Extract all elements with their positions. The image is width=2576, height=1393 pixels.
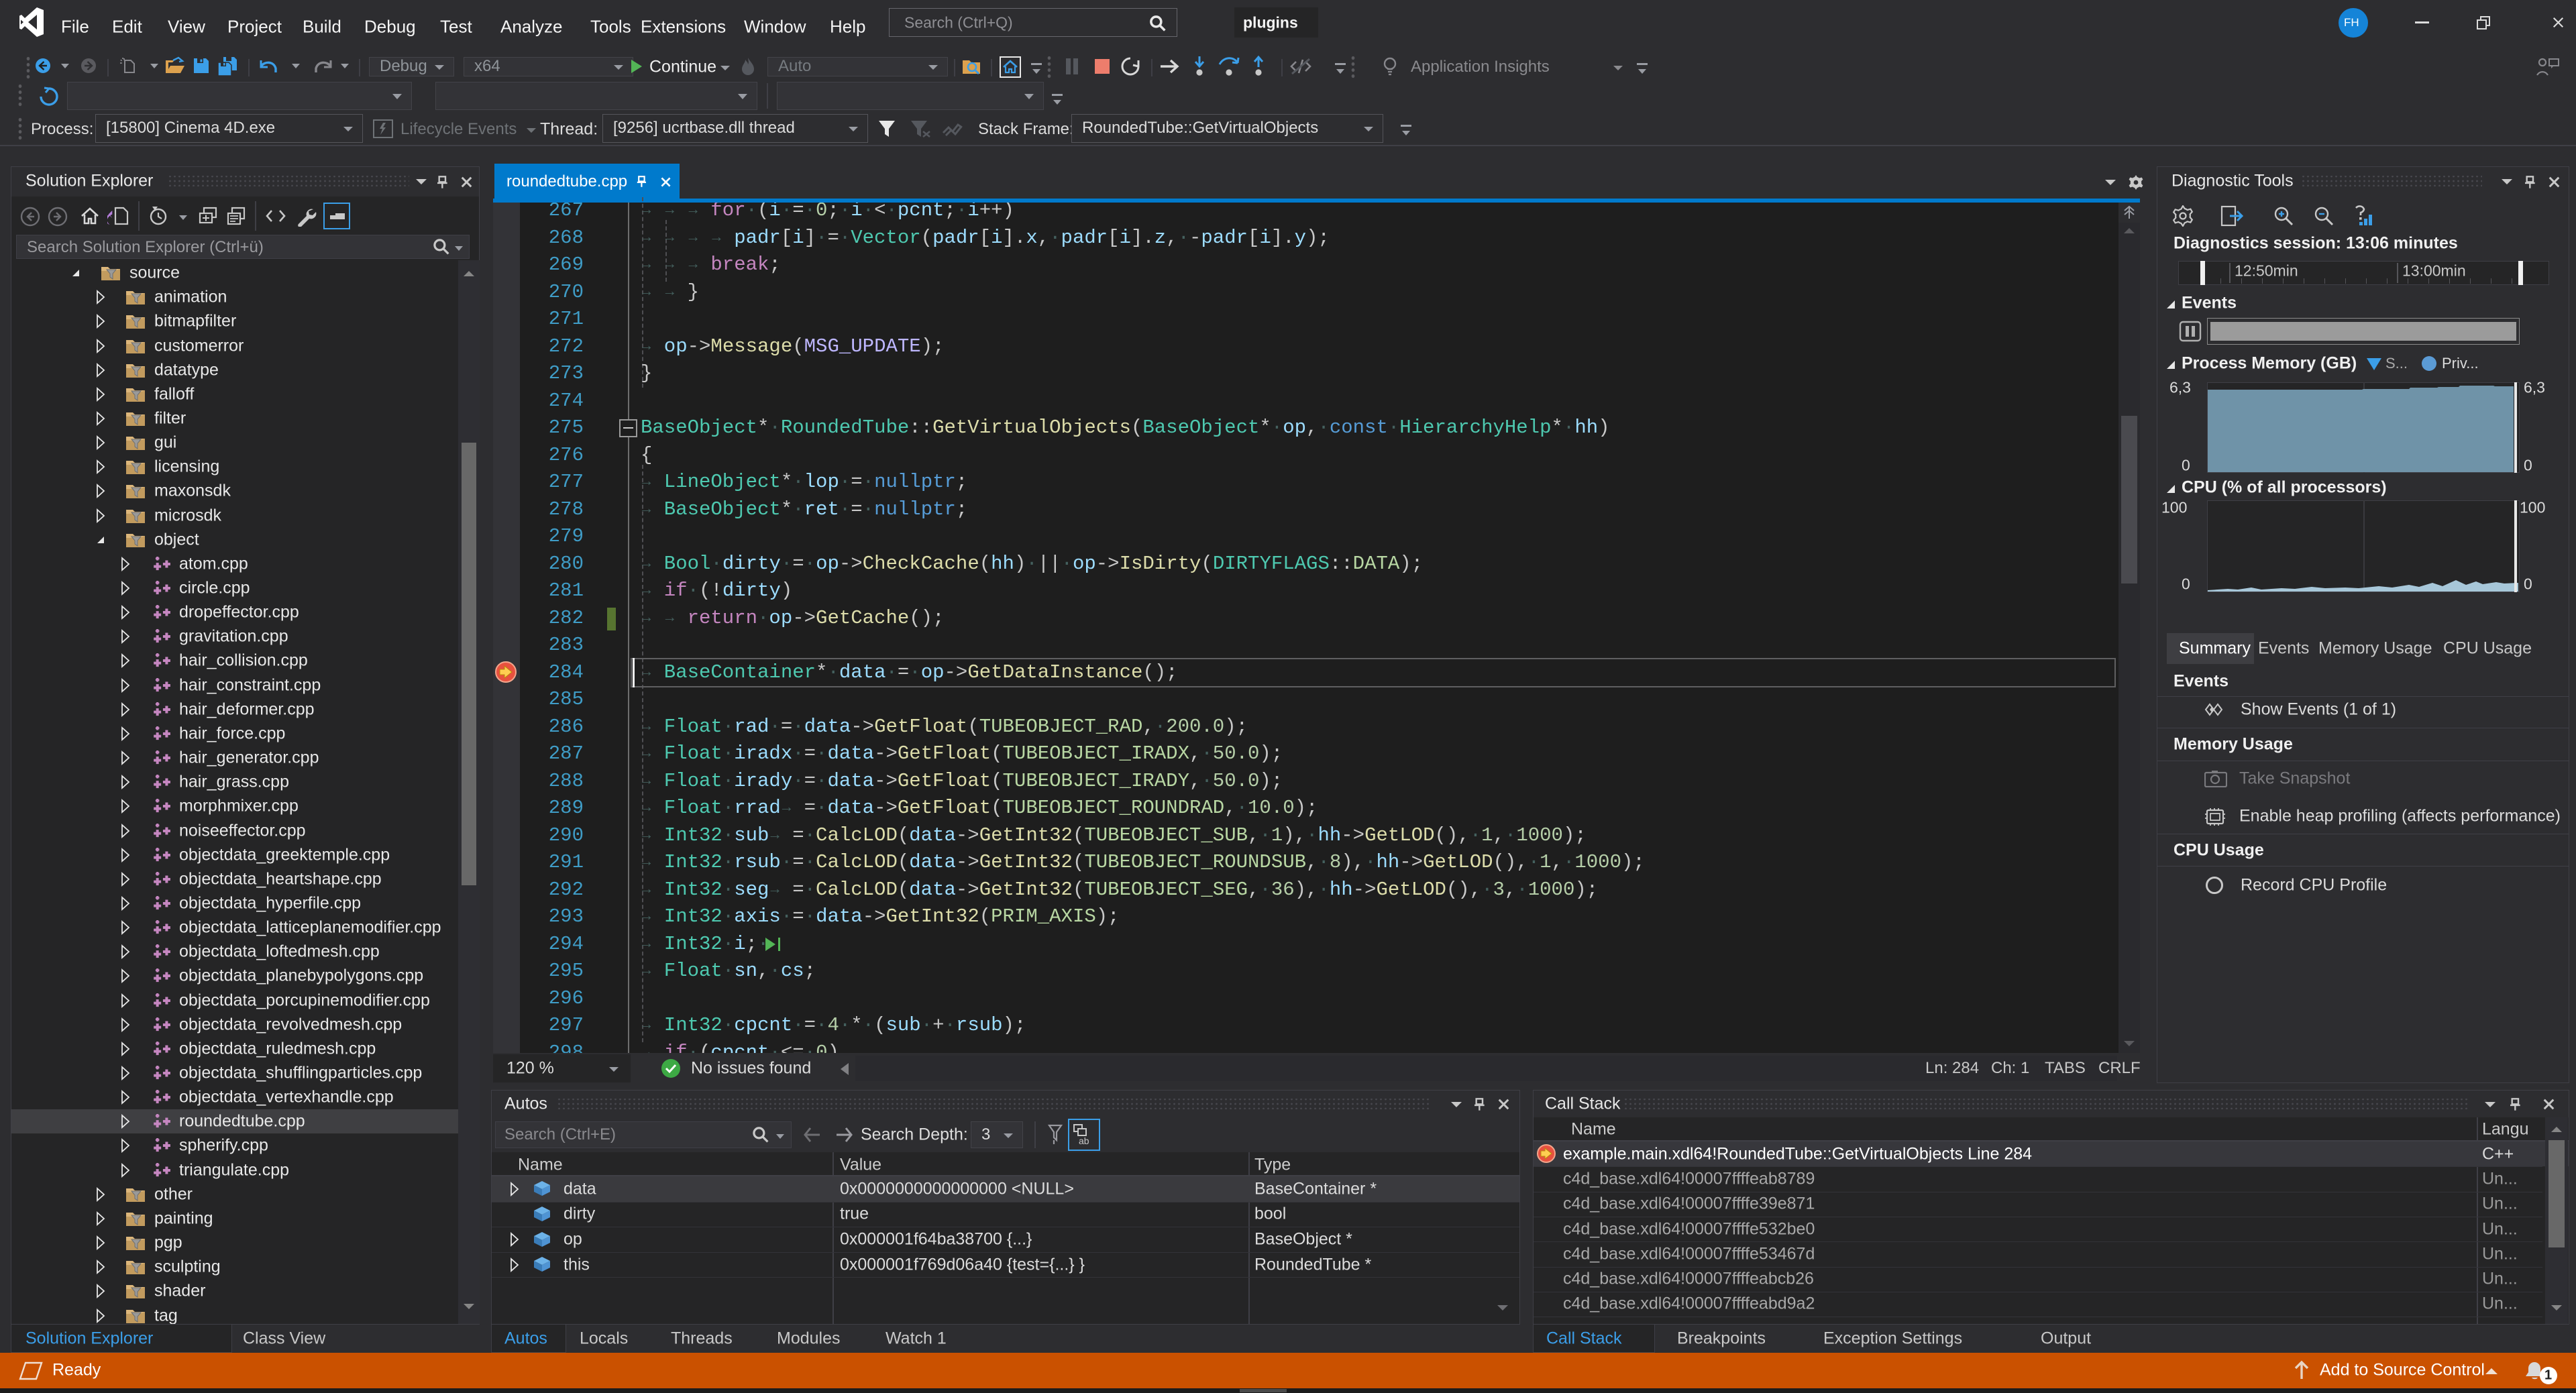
svg-text:ab: ab	[1079, 1135, 1089, 1146]
